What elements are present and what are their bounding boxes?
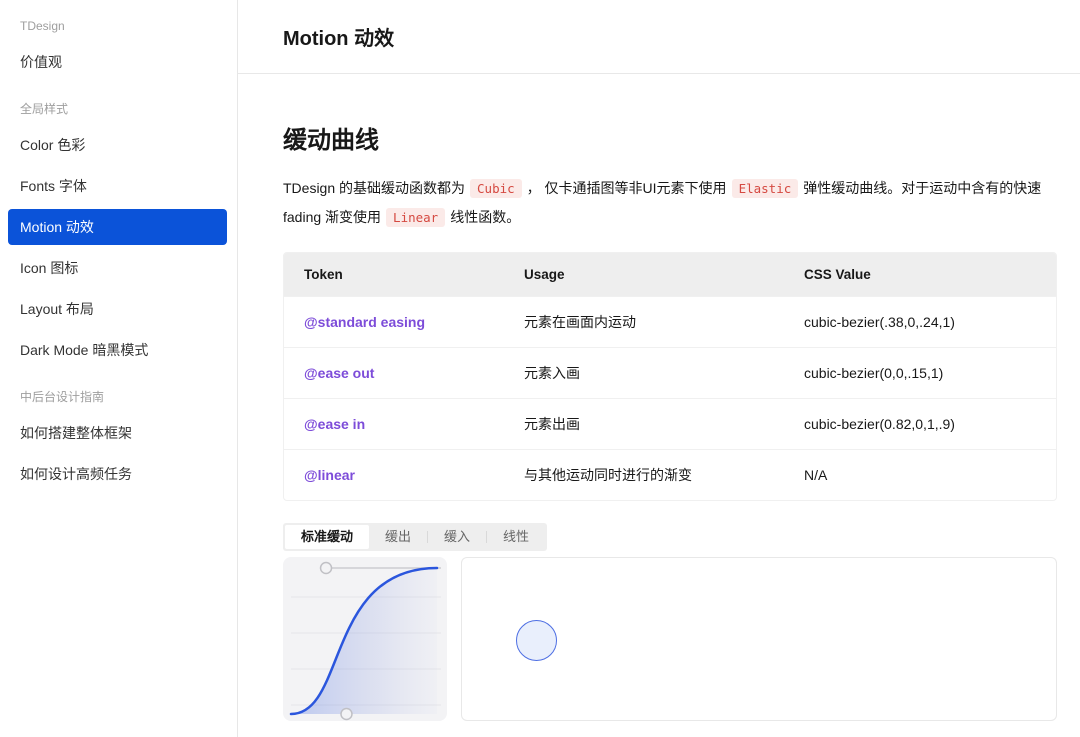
motion-demo-ball [516,620,557,661]
usage-cell: 与其他运动同时进行的渐变 [504,450,784,501]
section-heading: 缓动曲线 [283,126,1057,156]
sidebar: TDesign 价值观 全局样式 Color 色彩 Fonts 字体 Motio… [0,0,238,737]
css-value-cell: cubic-bezier(.38,0,.24,1) [784,297,1056,348]
sidebar-item-color[interactable]: Color 色彩 [8,127,227,163]
intro-paragraph: TDesign 的基础缓动函数都为 Cubic ， 仅卡通插图等非UI元素下使用 El… [283,174,1057,232]
usage-cell: 元素出画 [504,399,784,450]
bezier-handle-top[interactable] [321,563,332,574]
easing-demo-row [283,557,1057,721]
sidebar-item-values[interactable]: 价值观 [8,44,227,80]
sidebar-item-dark-mode[interactable]: Dark Mode 暗黑模式 [8,332,227,368]
page-title: Motion 动效 [283,22,394,51]
table-row: @standard easing 元素在画面内运动 cubic-bezier(.… [284,297,1056,348]
table-header-row: Token Usage CSS Value [284,253,1056,297]
usage-cell: 元素入画 [504,348,784,399]
css-value-cell: N/A [784,450,1056,501]
sidebar-item-icon[interactable]: Icon 图标 [8,250,227,286]
token-link-standard-easing[interactable]: @standard easing [304,314,425,330]
token-link-linear[interactable]: @linear [304,467,355,483]
motion-demo-stage [461,557,1057,721]
intro-text-1: TDesign 的基础缓动函数都为 [283,180,465,196]
intro-text-4: 线性函数。 [450,209,520,225]
code-chip-cubic: Cubic [470,179,522,198]
tab-ease-in[interactable]: 缓入 [428,525,486,549]
css-value-cell: cubic-bezier(0.82,0,1,.9) [784,399,1056,450]
usage-cell: 元素在画面内运动 [504,297,784,348]
curve-fill-area [291,568,437,714]
main-content: Motion 动效 缓动曲线 TDesign 的基础缓动函数都为 Cubic ， 仅… [238,0,1080,737]
column-header-usage: Usage [504,253,784,297]
bezier-handle-bottom[interactable] [341,709,352,720]
token-link-ease-out[interactable]: @ease out [304,365,374,381]
sidebar-item-build-framework[interactable]: 如何搭建整体框架 [8,415,227,451]
table-row: @ease out 元素入画 cubic-bezier(0,0,.15,1) [284,348,1056,399]
intro-text-2: ， 仅卡通插图等非UI元素下使用 [527,180,727,196]
tab-linear[interactable]: 线性 [487,525,545,549]
easing-demo-tabs: 标准缓动 缓出 缓入 线性 [283,523,547,551]
sidebar-group-label-global-styles: 全局样式 [0,101,227,117]
app-root: TDesign 价值观 全局样式 Color 色彩 Fonts 字体 Motio… [0,0,1080,737]
sidebar-item-fonts[interactable]: Fonts 字体 [8,168,227,204]
code-chip-elastic: Elastic [732,179,799,198]
sidebar-item-design-tasks[interactable]: 如何设计高频任务 [8,456,227,492]
bezier-curve-editor [283,557,447,721]
token-link-ease-in[interactable]: @ease in [304,416,365,432]
tab-standard-easing[interactable]: 标准缓动 [285,525,369,549]
sidebar-group-label-admin-guide: 中后台设计指南 [0,389,227,405]
sidebar-group-label-tdesign: TDesign [0,18,227,34]
page-header: Motion 动效 [238,0,1080,74]
bezier-curve-svg [283,557,447,721]
table-row: @linear 与其他运动同时进行的渐变 N/A [284,450,1056,501]
column-header-token: Token [284,253,504,297]
content-area: 缓动曲线 TDesign 的基础缓动函数都为 Cubic ， 仅卡通插图等非UI元素… [238,126,1080,721]
easing-token-table: Token Usage CSS Value @standard easing 元… [283,252,1057,501]
sidebar-item-motion[interactable]: Motion 动效 [8,209,227,245]
column-header-css-value: CSS Value [784,253,1056,297]
code-chip-linear: Linear [386,208,445,227]
sidebar-item-layout[interactable]: Layout 布局 [8,291,227,327]
css-value-cell: cubic-bezier(0,0,.15,1) [784,348,1056,399]
tab-ease-out[interactable]: 缓出 [369,525,427,549]
table-row: @ease in 元素出画 cubic-bezier(0.82,0,1,.9) [284,399,1056,450]
